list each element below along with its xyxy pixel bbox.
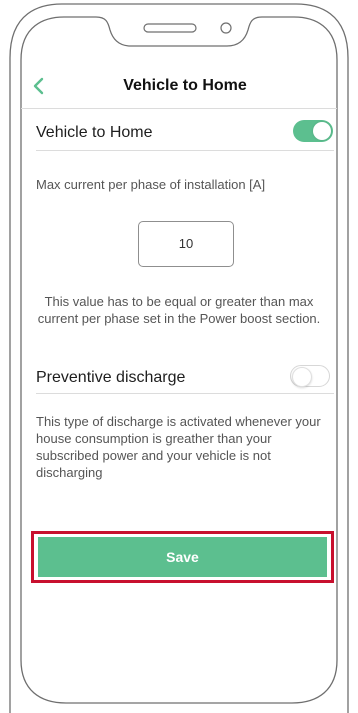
max-current-help-line2: current per phase set in the Power boost… xyxy=(37,311,321,326)
preventive-discharge-desc-line3: subscribed power and your vehicle is not xyxy=(36,448,271,463)
save-button[interactable]: Save xyxy=(38,537,327,577)
preventive-discharge-toggle[interactable] xyxy=(290,365,330,387)
page-title: Vehicle to Home xyxy=(123,77,247,94)
max-current-input[interactable]: 10 xyxy=(138,221,234,267)
preventive-discharge-desc-line4: discharging xyxy=(36,465,103,480)
row-divider xyxy=(36,150,334,151)
phone-frame xyxy=(9,3,349,713)
max-current-label: Max current per phase of installation [A… xyxy=(36,177,266,192)
camera-dot xyxy=(220,22,232,34)
header-divider xyxy=(21,108,337,109)
chevron-left-icon xyxy=(33,77,44,95)
max-current-help-line1: This value has to be equal or greater th… xyxy=(44,294,314,309)
toggle-knob xyxy=(313,122,331,140)
speaker-slot xyxy=(143,23,197,33)
preventive-discharge-desc-line1: This type of discharge is activated when… xyxy=(36,414,321,429)
vehicle-to-home-label: Vehicle to Home xyxy=(36,124,153,141)
back-button[interactable] xyxy=(30,74,50,98)
toggle-knob xyxy=(292,367,312,387)
vehicle-to-home-toggle[interactable] xyxy=(293,120,333,142)
preventive-discharge-desc-line2: house consumption is greather than your xyxy=(36,431,272,446)
preventive-discharge-label: Preventive discharge xyxy=(36,369,186,386)
row-divider xyxy=(36,393,334,394)
